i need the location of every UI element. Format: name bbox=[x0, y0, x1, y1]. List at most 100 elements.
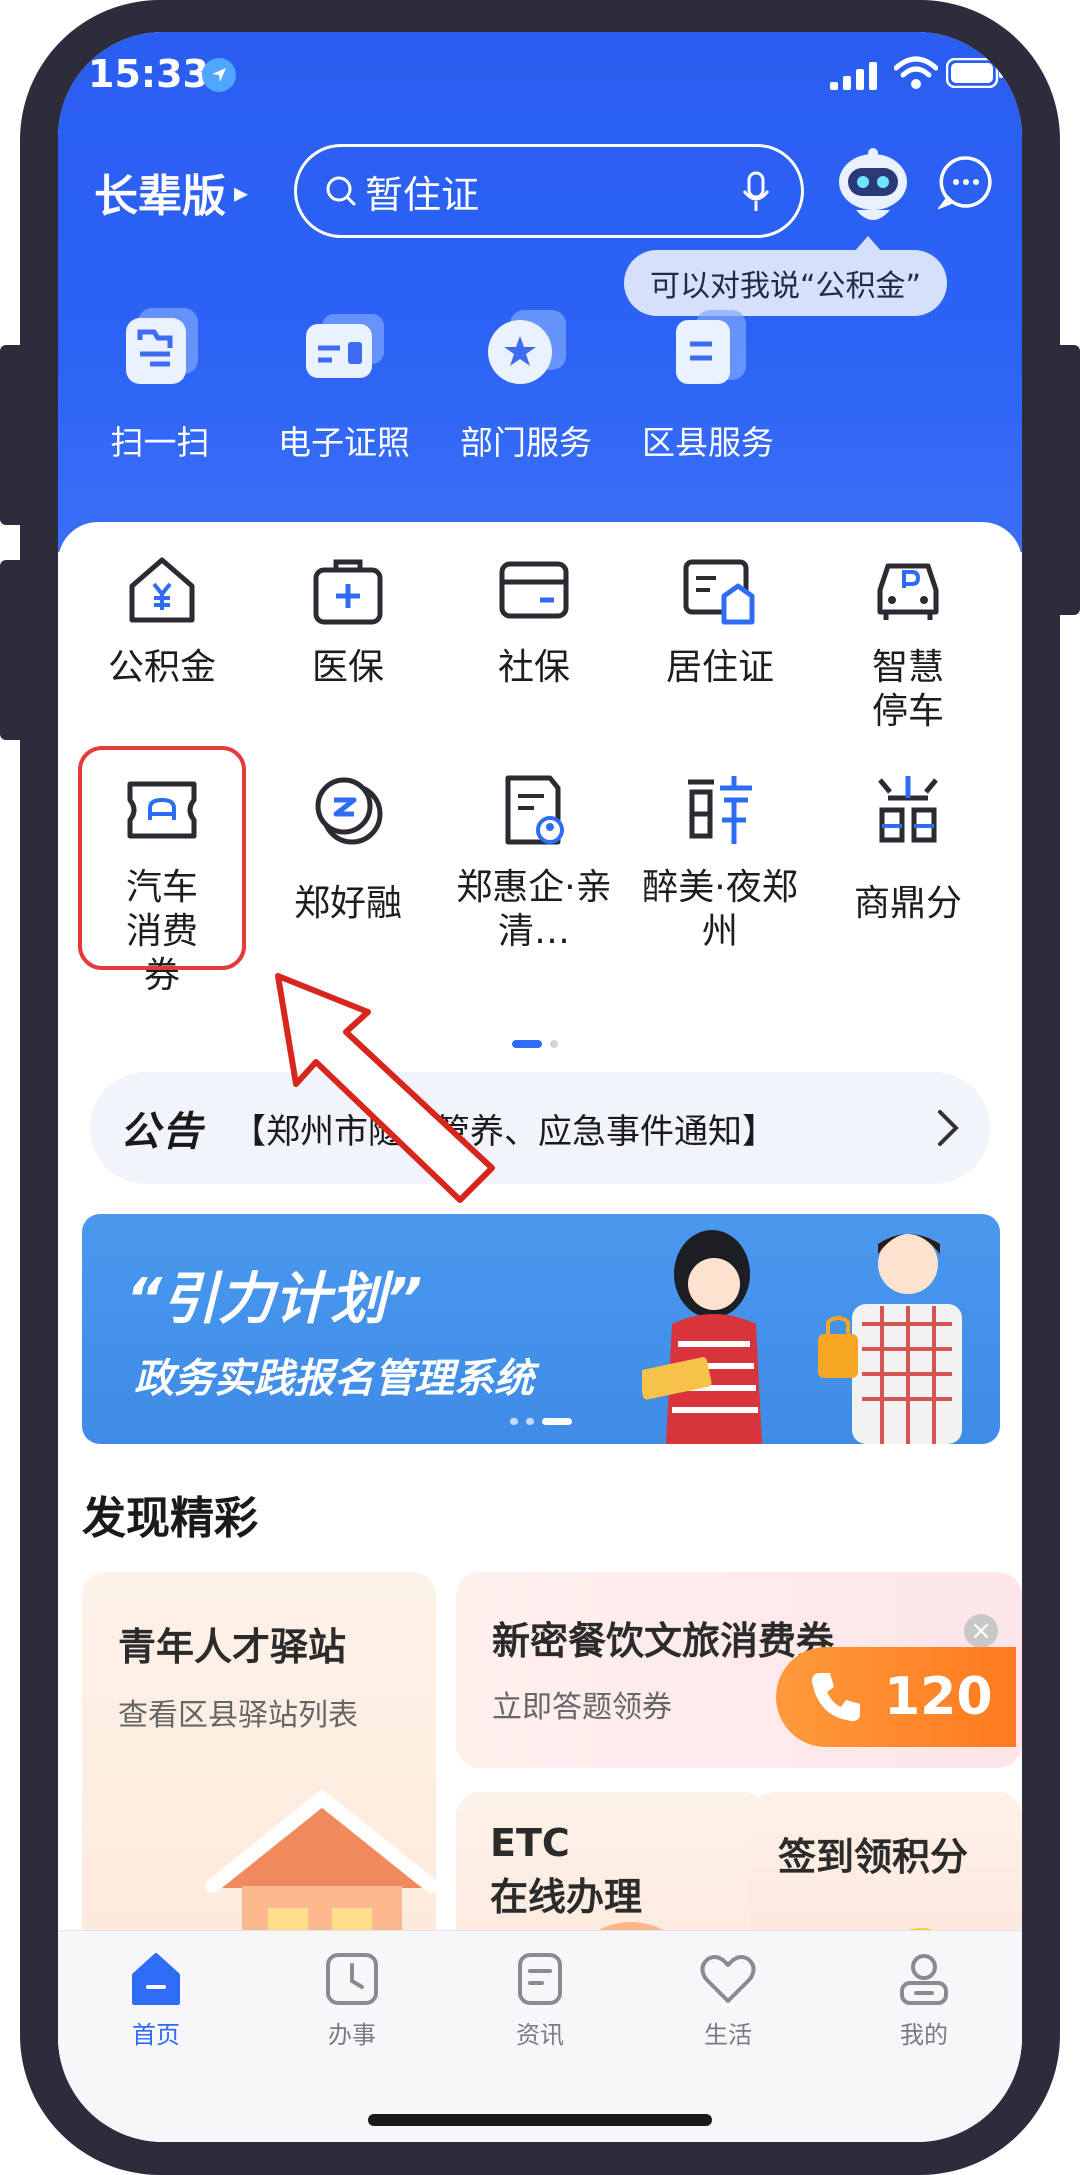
service-label: 郑好融 bbox=[293, 883, 402, 924]
wifi-icon bbox=[894, 56, 938, 89]
tab-label: 资讯 bbox=[516, 2021, 564, 2049]
notice-badge: 公告 bbox=[120, 1109, 204, 1155]
profile-icon bbox=[900, 1954, 948, 2005]
search-input[interactable]: 暂住证 bbox=[294, 144, 804, 238]
service-social-security[interactable]: 社保 bbox=[444, 550, 624, 690]
service-night-zhengzhou[interactable]: 醉美·夜郑州 bbox=[630, 770, 810, 954]
banner-subtitle: 政务实践报名管理系统 bbox=[134, 1356, 534, 1402]
search-query: 暂住证 bbox=[365, 172, 480, 217]
shangding-icon bbox=[878, 776, 938, 843]
hotline-number: 120 bbox=[884, 1667, 993, 1727]
service-label: 社保 bbox=[497, 647, 570, 688]
enterprise-doc-icon bbox=[505, 775, 564, 845]
caret-right-icon: ▸ bbox=[234, 175, 249, 209]
phone-icon bbox=[812, 1673, 860, 1721]
quick-action-district[interactable]: 区县服务 bbox=[608, 302, 808, 464]
app-screen: 15:33 长辈版 ▸ 暂住证 可以对我说“公积金” 扫一扫 电子证照 部门服务… bbox=[58, 32, 1022, 2142]
main-content: 公积金 医保 社保 居住证 智慧停车 汽车消费券 郑好融 郑惠企·亲清… 醉美·… bbox=[58, 522, 1022, 2062]
card-title: 新密餐饮文旅消费券 bbox=[492, 1619, 835, 1663]
tab-label: 生活 bbox=[704, 2021, 752, 2049]
quick-action-scan[interactable]: 扫一扫 bbox=[60, 302, 260, 464]
location-arrow-icon bbox=[202, 58, 236, 92]
home-icon bbox=[132, 1953, 180, 2005]
tab-label: 我的 bbox=[900, 2021, 948, 2049]
id-card-icon bbox=[306, 314, 384, 378]
residence-permit-icon bbox=[683, 559, 755, 625]
service-zhenghaorong[interactable]: 郑好融 bbox=[258, 770, 438, 926]
students-illustration bbox=[642, 1230, 962, 1444]
social-security-card-icon bbox=[499, 561, 569, 619]
service-label: 医保 bbox=[311, 647, 384, 688]
quick-action-label: 区县服务 bbox=[642, 423, 774, 462]
finance-coin-icon bbox=[315, 777, 383, 845]
night-culture-icon bbox=[688, 776, 752, 844]
card-title: 青年人才驿站 bbox=[118, 1625, 347, 1669]
service-label: 公积金 bbox=[107, 647, 216, 688]
card-subtitle: 立即答题领券 bbox=[492, 1690, 672, 1725]
quick-action-e-license[interactable]: 电子证照 bbox=[244, 302, 444, 464]
tab-label: 首页 bbox=[132, 2021, 180, 2049]
phone-side-button bbox=[1054, 345, 1080, 615]
service-label: 居住证 bbox=[665, 647, 774, 688]
service-smart-parking[interactable]: 智慧停车 bbox=[818, 550, 998, 734]
tab-home[interactable]: 首页 bbox=[86, 1949, 226, 2050]
banner-title: “引力计划” bbox=[126, 1267, 423, 1332]
service-medical-insurance[interactable]: 医保 bbox=[258, 550, 438, 690]
quick-action-department[interactable]: 部门服务 bbox=[426, 302, 626, 464]
quick-action-label: 电子证照 bbox=[278, 423, 410, 462]
tab-label: 办事 bbox=[328, 2021, 376, 2049]
tab-services[interactable]: 办事 bbox=[282, 1949, 422, 2050]
quick-action-label: 部门服务 bbox=[460, 423, 592, 462]
page-dot bbox=[550, 1040, 558, 1048]
heart-icon bbox=[700, 1955, 756, 2003]
parking-car-icon bbox=[877, 563, 939, 620]
status-bar: 15:33 bbox=[58, 32, 1022, 112]
phone-side-button bbox=[0, 560, 26, 740]
tab-news[interactable]: 资讯 bbox=[470, 1949, 610, 2050]
tab-bar: 首页 办事 资讯 生活 我的 bbox=[58, 1930, 1022, 2142]
microphone-icon[interactable] bbox=[741, 171, 771, 215]
promo-banner[interactable]: “引力计划” 政务实践报名管理系统 bbox=[82, 1214, 1000, 1444]
service-label: 醉美·夜郑州 bbox=[642, 867, 798, 952]
page-dot-active bbox=[512, 1040, 542, 1048]
search-icon bbox=[326, 176, 356, 206]
close-icon[interactable]: × bbox=[964, 1614, 998, 1648]
service-residence-permit[interactable]: 居住证 bbox=[630, 550, 810, 690]
clock-icon bbox=[326, 1953, 378, 2005]
card-title: 签到领积分 bbox=[778, 1835, 969, 1879]
quick-actions: 扫一扫 电子证照 部门服务 区县服务 bbox=[58, 302, 1022, 492]
status-time: 15:33 bbox=[88, 52, 209, 96]
highlight-box bbox=[78, 746, 246, 970]
message-icon[interactable] bbox=[938, 154, 994, 210]
medical-kit-icon bbox=[313, 559, 383, 625]
elder-mode-switch[interactable]: 长辈版 ▸ bbox=[94, 160, 248, 224]
notice-bar[interactable]: 公告 【郑州市隧道管养、应急事件通知】 bbox=[90, 1072, 990, 1184]
service-housing-fund[interactable]: 公积金 bbox=[72, 550, 252, 690]
tab-profile[interactable]: 我的 bbox=[854, 1949, 994, 2050]
district-icon bbox=[676, 310, 746, 384]
department-icon bbox=[488, 310, 566, 384]
service-label: 郑惠企·亲清… bbox=[456, 867, 612, 952]
chevron-right-icon bbox=[938, 1110, 959, 1146]
signal-icon bbox=[830, 62, 877, 90]
housing-fund-icon bbox=[129, 557, 195, 623]
news-icon bbox=[518, 1953, 562, 2005]
scan-icon bbox=[126, 308, 198, 384]
service-label: 智慧停车 bbox=[871, 647, 944, 732]
quick-action-label: 扫一扫 bbox=[110, 423, 210, 462]
pointer-arrow-icon bbox=[275, 973, 495, 1203]
service-label: 商鼎分 bbox=[853, 883, 962, 924]
robot-assistant-icon[interactable] bbox=[834, 146, 912, 230]
service-zhenghuiqi[interactable]: 郑惠企·亲清… bbox=[444, 770, 624, 954]
card-subtitle: 查看区县驿站列表 bbox=[118, 1698, 358, 1733]
service-shangding-points[interactable]: 商鼎分 bbox=[818, 770, 998, 926]
section-title: 发现精彩 bbox=[82, 1493, 258, 1544]
home-indicator[interactable] bbox=[368, 2114, 712, 2126]
tab-life[interactable]: 生活 bbox=[658, 1949, 798, 2050]
hotline-120-button[interactable]: 120 bbox=[776, 1647, 1016, 1747]
phone-side-button bbox=[0, 345, 26, 525]
discover-card-youth-station[interactable]: 青年人才驿站 查看区县驿站列表 bbox=[82, 1572, 436, 1992]
battery-icon bbox=[946, 58, 1003, 88]
card-title: ETC 在线办理 bbox=[490, 1821, 643, 1919]
elder-mode-label: 长辈版 bbox=[94, 171, 226, 222]
